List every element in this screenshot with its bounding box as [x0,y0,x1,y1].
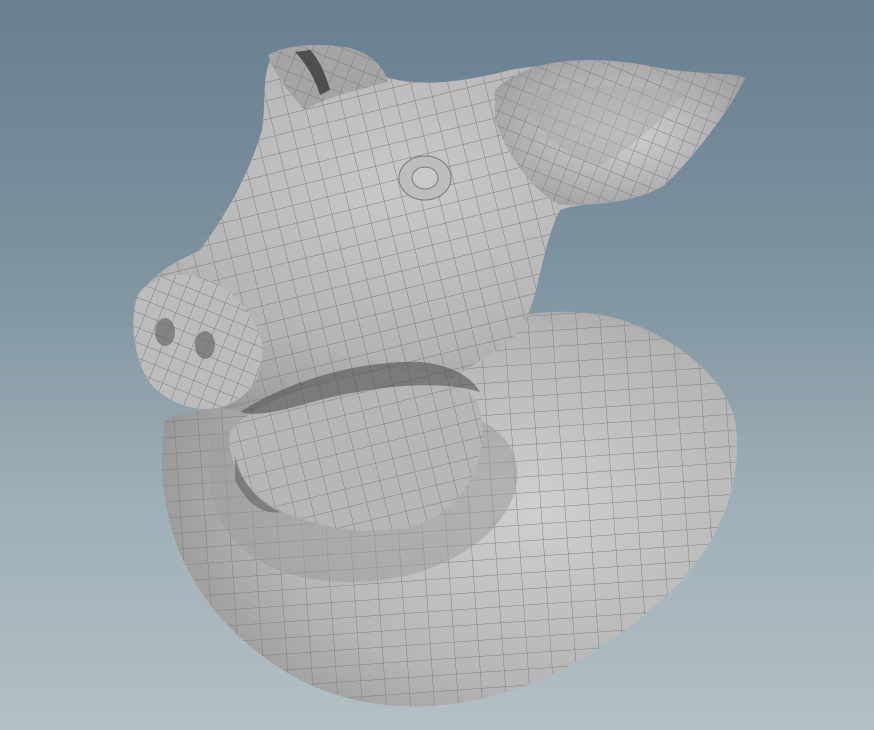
eye [398,155,452,201]
3d-viewport[interactable] [0,0,874,730]
pig-head-mesh-icon [133,44,746,707]
right-ear [495,60,745,205]
